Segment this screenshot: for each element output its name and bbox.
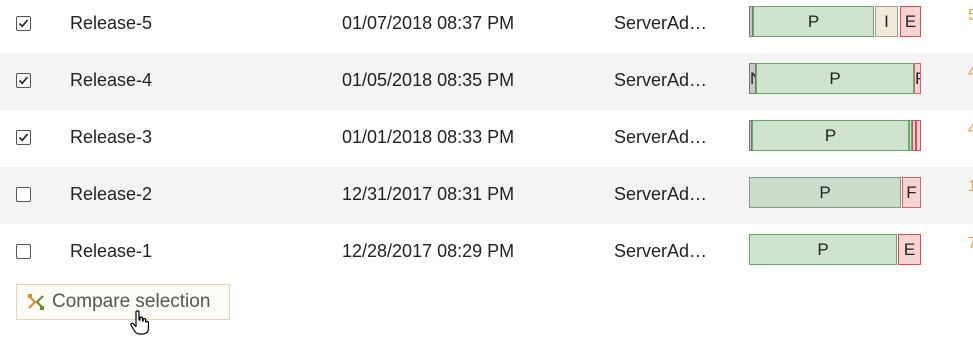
release-name: Release-3 — [70, 127, 153, 147]
row-checkbox[interactable] — [16, 130, 31, 145]
release-name: Release-4 — [70, 70, 153, 90]
result-segment-fail[interactable]: F — [902, 177, 921, 208]
table-row[interactable]: Release-2 12/31/2017 08:31 PM ServerAd… 1 P F — [0, 167, 973, 224]
table-row[interactable]: Release-4 01/05/2018 08:35 PM ServerAd… 4 NP… — [0, 53, 973, 110]
result-bar[interactable]: P — [749, 120, 921, 151]
table-row[interactable]: Release-5 01/07/2018 08:37 PM ServerAd… 5 P I… — [0, 0, 973, 53]
release-user: ServerAd… — [614, 13, 705, 33]
release-user: ServerAd… — [614, 127, 705, 147]
release-date: 01/07/2018 08:37 PM — [342, 13, 515, 33]
release-name: Release-1 — [70, 241, 153, 261]
result-segment-error[interactable]: E — [900, 6, 921, 37]
release-user: ServerAd… — [614, 184, 705, 204]
release-user: ServerAd… — [614, 70, 705, 90]
release-date: 01/05/2018 08:35 PM — [342, 70, 515, 90]
release-name: Release-5 — [70, 13, 153, 33]
release-date: 12/28/2017 08:29 PM — [342, 241, 515, 261]
result-segment-pass[interactable]: P — [756, 63, 914, 94]
table-row[interactable]: Release-3 01/01/2018 08:33 PM ServerAd… 4 P — [0, 110, 973, 167]
row-checkbox[interactable] — [16, 187, 31, 202]
release-count: 4 — [968, 64, 973, 81]
table-row[interactable]: Release-1 12/28/2017 08:29 PM ServerAd… 7 P E — [0, 224, 973, 281]
result-segment-na[interactable]: N — [749, 63, 756, 94]
release-name: Release-2 — [70, 184, 153, 204]
row-checkbox[interactable] — [16, 73, 31, 88]
row-checkbox[interactable] — [16, 244, 31, 259]
hand-cursor-icon — [130, 310, 150, 341]
release-date: 12/31/2017 08:31 PM — [342, 184, 515, 204]
result-segment-error[interactable] — [916, 120, 921, 151]
result-segment-pass[interactable]: P — [753, 6, 874, 37]
compare-selection-button[interactable]: Compare selection — [16, 284, 230, 320]
result-bar[interactable]: NPF — [749, 63, 921, 94]
row-checkbox[interactable] — [16, 16, 31, 31]
result-segment-pass[interactable]: P — [749, 177, 901, 208]
result-bar[interactable]: PE — [749, 234, 921, 265]
release-count: 4 — [968, 121, 973, 138]
result-segment-fail[interactable]: F — [914, 63, 921, 94]
release-count: 7 — [968, 235, 973, 252]
result-segment-incomplete[interactable]: I — [875, 6, 898, 37]
result-segment-error[interactable]: E — [898, 234, 921, 265]
result-segment-pass[interactable]: P — [752, 120, 909, 151]
result-bar[interactable]: PIE — [749, 6, 921, 37]
compare-icon — [27, 293, 45, 311]
result-bar[interactable]: PF — [749, 177, 921, 208]
release-count: 5 — [968, 7, 973, 24]
release-user: ServerAd… — [614, 241, 705, 261]
release-date: 01/01/2018 08:33 PM — [342, 127, 515, 147]
result-segment-pass[interactable]: P — [749, 234, 897, 265]
release-count: 1 — [968, 178, 973, 195]
